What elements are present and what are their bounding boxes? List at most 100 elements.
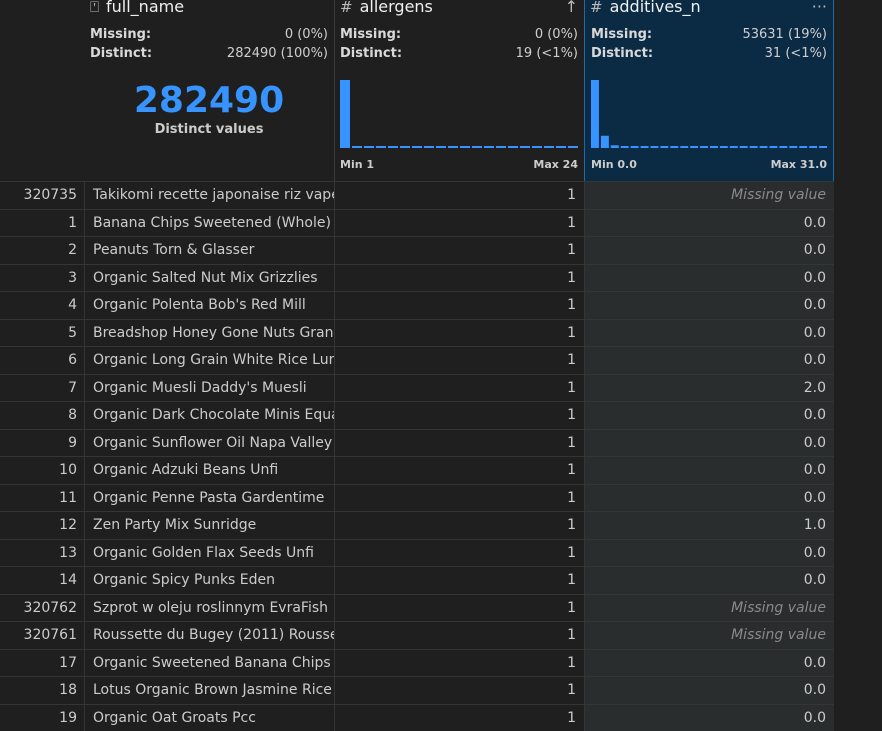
row-index-cell[interactable]: 13	[0, 540, 84, 567]
additives-cell[interactable]: Missing value	[584, 594, 834, 621]
row-index-cell[interactable]: 8	[0, 402, 84, 429]
row-index-cell[interactable]: 320762	[0, 595, 84, 622]
full-name-cell[interactable]: Roussette du Bugey (2011) Roussette du B…	[84, 622, 334, 649]
allergens-cell[interactable]: 1	[334, 622, 584, 649]
additives-cell[interactable]: 0.0	[584, 649, 834, 676]
table-row[interactable]: 320761Roussette du Bugey (2011) Roussett…	[0, 621, 834, 649]
allergens-cell[interactable]: 1	[334, 594, 584, 621]
additives-cell[interactable]: 0.0	[584, 402, 834, 429]
row-index-cell[interactable]: 6	[0, 347, 84, 374]
table-row[interactable]: 2 Peanuts Torn & Glasser 1 0.0	[0, 236, 834, 264]
additives-cell[interactable]: 0.0	[584, 567, 834, 594]
additives-cell[interactable]: 0.0	[584, 457, 834, 484]
additives-cell[interactable]: 0.0	[584, 484, 834, 511]
allergens-cell[interactable]: 1	[334, 484, 584, 511]
allergens-cell[interactable]: 1	[334, 704, 584, 731]
additives-cell[interactable]: 0.0	[584, 292, 834, 319]
table-row[interactable]: 7 Organic Muesli Daddy's Muesli 1 2.0	[0, 373, 834, 402]
full-name-cell[interactable]: Takikomi recette japonaise riz vapeur	[84, 182, 334, 209]
full-name-cell[interactable]: Organic Spicy Punks Eden	[84, 567, 334, 594]
full-name-cell[interactable]: Organic Golden Flax Seeds Unfi	[84, 539, 334, 566]
table-row[interactable]: 320762 Szprot w oleju roslinnym EvraFish 1…	[0, 593, 834, 622]
allergens-cell[interactable]: 1	[334, 402, 584, 429]
full-name-cell[interactable]: Organic Polenta Bob's Red Mill	[84, 292, 334, 319]
row-index-cell[interactable]: 10	[0, 457, 84, 484]
row-index-cell[interactable]: 14	[0, 567, 84, 594]
full-name-cell[interactable]: Breadshop Honey Gone Nuts Granola	[84, 319, 334, 346]
table-row[interactable]: 11 Organic Penne Pasta Gardentime 1 0.0	[0, 483, 834, 512]
additives-cell[interactable]: 0.0	[584, 319, 834, 346]
table-row[interactable]: 5 Breadshop Honey Gone Nuts Granola 1 0.0	[0, 318, 834, 347]
row-index-cell[interactable]: 1	[0, 210, 84, 237]
row-index-cell[interactable]: 320735	[0, 182, 84, 209]
additives-cell[interactable]: 0.0	[584, 264, 834, 291]
row-index-cell[interactable]: 11	[0, 485, 84, 512]
full-name-cell[interactable]: Organic Dark Chocolate Minis Equal Excha…	[84, 402, 334, 429]
additives-cell[interactable]: 0.0	[584, 429, 834, 456]
allergens-cell[interactable]: 1	[334, 649, 584, 676]
table-row[interactable]: 8Organic Dark Chocolate Minis Equal Exch…	[0, 401, 834, 429]
full-name-cell[interactable]: Organic Salted Nut Mix Grizzlies	[84, 264, 334, 291]
table-row[interactable]: 1 Banana Chips Sweetened (Whole) 1 0.0	[0, 208, 834, 237]
full-name-cell[interactable]: Organic Long Grain White Rice Lundberg	[84, 347, 334, 374]
table-row[interactable]: 18Lotus Organic Brown Jasmine Rice Unfi1…	[0, 676, 834, 704]
table-row[interactable]: 320735 Takikomi recette japonaise riz vap…	[0, 181, 834, 209]
additives-cell[interactable]: 1.0	[584, 512, 834, 539]
additives-cell[interactable]: 0.0	[584, 539, 834, 566]
row-index-cell[interactable]: 5	[0, 320, 84, 347]
table-row[interactable]: 4 Organic Polenta Bob's Red Mill 1 0.0	[0, 291, 834, 319]
table-row[interactable]: 12 Zen Party Mix Sunridge 1 1.0	[0, 511, 834, 539]
table-row[interactable]: 14 Organic Spicy Punks Eden 1 0.0	[0, 566, 834, 594]
full-name-cell[interactable]: Organic Oat Groats Pcc	[84, 704, 334, 731]
full-name-cell[interactable]: Organic Muesli Daddy's Muesli	[84, 374, 334, 401]
additives-cell[interactable]: 0.0	[584, 704, 834, 731]
table-row[interactable]: 9Organic Sunflower Oil Napa Valley Natur…	[0, 428, 834, 457]
full-name-cell[interactable]: Organic Penne Pasta Gardentime	[84, 484, 334, 511]
row-index-cell[interactable]: 9	[0, 430, 84, 457]
column-header-full-name[interactable]: ⍞ full_name Missing: 0 (0%) Distinct: 2824…	[84, 0, 334, 181]
full-name-cell[interactable]: Peanuts Torn & Glasser	[84, 237, 334, 264]
table-row[interactable]: 10 Organic Adzuki Beans Unfi 1 0.0	[0, 456, 834, 484]
full-name-cell[interactable]: Banana Chips Sweetened (Whole)	[84, 209, 334, 236]
allergens-cell[interactable]: 1	[334, 182, 584, 209]
allergens-cell[interactable]: 1	[334, 429, 584, 456]
full-name-cell[interactable]: Lotus Organic Brown Jasmine Rice Unfi	[84, 677, 334, 704]
row-index-cell[interactable]: 3	[0, 265, 84, 292]
allergens-cell[interactable]: 1	[334, 374, 584, 401]
full-name-cell[interactable]: Organic Adzuki Beans Unfi	[84, 457, 334, 484]
more-options-icon[interactable]: ···	[812, 0, 827, 15]
additives-cell[interactable]: 0.0	[584, 677, 834, 704]
column-title[interactable]: allergens	[360, 0, 433, 15]
additives-cell[interactable]: 2.0	[584, 374, 834, 401]
allergens-cell[interactable]: 1	[334, 209, 584, 236]
row-index-cell[interactable]: 19	[0, 705, 84, 731]
allergens-cell[interactable]: 1	[334, 292, 584, 319]
row-index-cell[interactable]: 17	[0, 650, 84, 677]
full-name-cell[interactable]: Organic Sweetened Banana Chips Unfi	[84, 649, 334, 676]
row-index-cell[interactable]: 2	[0, 237, 84, 264]
additives-cell[interactable]: 0.0	[584, 237, 834, 264]
row-index-cell[interactable]: 320761	[0, 622, 84, 649]
allergens-cell[interactable]: 1	[334, 347, 584, 374]
column-title[interactable]: additives_n	[610, 0, 701, 15]
column-header-additives-n[interactable]: # additives_n ··· Missing: 53631 (19%) Di…	[584, 0, 834, 181]
row-index-cell[interactable]: 7	[0, 375, 84, 402]
column-header-allergens[interactable]: # allergens ↑ Missing: 0 (0%) Distinct: 19…	[334, 0, 584, 181]
allergens-cell[interactable]: 1	[334, 677, 584, 704]
allergens-cell[interactable]: 1	[334, 512, 584, 539]
table-row[interactable]: 13 Organic Golden Flax Seeds Unfi 1 0.0	[0, 538, 834, 567]
additives-cell[interactable]: 0.0	[584, 347, 834, 374]
sort-ascending-icon[interactable]: ↑	[565, 0, 578, 15]
table-row[interactable]: 3 Organic Salted Nut Mix Grizzlies 1 0.0	[0, 263, 834, 292]
allergens-cell[interactable]: 1	[334, 539, 584, 566]
additives-cell[interactable]: Missing value	[584, 622, 834, 649]
column-title[interactable]: full_name	[106, 0, 184, 15]
full-name-cell[interactable]: Szprot w oleju roslinnym EvraFish	[84, 594, 334, 621]
additives-cell[interactable]: Missing value	[584, 182, 834, 209]
row-index-cell[interactable]: 18	[0, 677, 84, 704]
allergens-cell[interactable]: 1	[334, 457, 584, 484]
allergens-cell[interactable]: 1	[334, 319, 584, 346]
table-row[interactable]: 6Organic Long Grain White Rice Lundberg1…	[0, 346, 834, 374]
allergens-cell[interactable]: 1	[334, 237, 584, 264]
full-name-cell[interactable]: Zen Party Mix Sunridge	[84, 512, 334, 539]
